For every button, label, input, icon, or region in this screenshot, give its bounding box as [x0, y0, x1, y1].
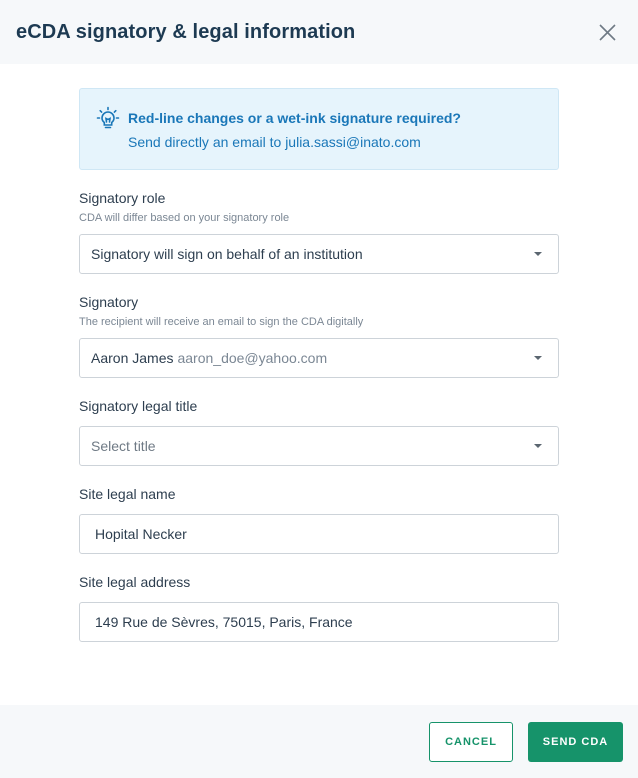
modal-header: eCDA signatory & legal information — [0, 0, 638, 64]
site-name-input[interactable]: Hopital Necker — [79, 514, 559, 554]
lightbulb-icon — [96, 106, 120, 129]
signatory-role-value: Signatory will sign on behalf of an inst… — [91, 246, 363, 262]
site-name-label: Site legal name — [79, 486, 176, 502]
signatory-role-select[interactable]: Signatory will sign on behalf of an inst… — [79, 234, 559, 274]
signatory-name: Aaron James — [91, 350, 174, 366]
signatory-role-help: CDA will differ based on your signatory … — [79, 212, 290, 224]
chevron-down-icon — [534, 444, 542, 448]
legal-title-select[interactable]: Select title — [79, 426, 559, 466]
legal-title-label: Signatory legal title — [79, 398, 198, 414]
legal-title-placeholder: Select title — [91, 438, 156, 454]
modal-footer: CANCEL SEND CDA — [0, 705, 638, 778]
close-icon[interactable] — [599, 24, 616, 41]
modal-title: eCDA signatory & legal information — [16, 20, 356, 43]
send-cda-button[interactable]: SEND CDA — [528, 722, 623, 762]
chevron-down-icon — [534, 252, 542, 256]
info-title: Red-line changes or a wet-ink signature … — [128, 110, 461, 126]
site-address-value: 149 Rue de Sèvres, 75015, Paris, France — [95, 614, 353, 630]
chevron-down-icon — [534, 356, 542, 360]
info-banner: Red-line changes or a wet-ink signature … — [79, 88, 559, 170]
signatory-email: aaron_doe@yahoo.com — [177, 350, 328, 366]
site-name-value: Hopital Necker — [95, 526, 187, 542]
signatory-role-label: Signatory role — [79, 190, 166, 206]
signatory-help: The recipient will receive an email to s… — [79, 316, 364, 328]
cancel-button[interactable]: CANCEL — [429, 722, 513, 762]
signatory-select[interactable]: Aaron James aaron_doe@yahoo.com — [79, 338, 559, 378]
info-email-text[interactable]: Send directly an email to julia.sassi@in… — [128, 134, 421, 150]
site-address-label: Site legal address — [79, 574, 191, 590]
signatory-label: Signatory — [79, 294, 139, 310]
site-address-input[interactable]: 149 Rue de Sèvres, 75015, Paris, France — [79, 602, 559, 642]
